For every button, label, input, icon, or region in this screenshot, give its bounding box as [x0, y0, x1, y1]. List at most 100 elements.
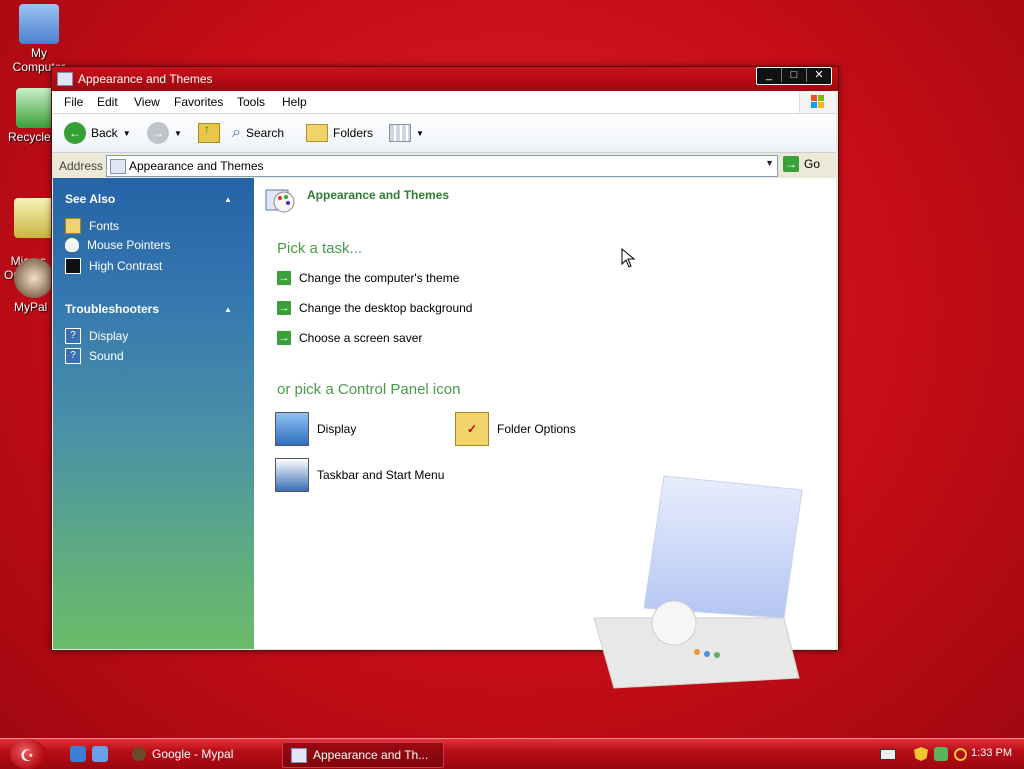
sidebar-item-sound[interactable]: ? Sound	[65, 348, 124, 364]
task-screen-saver[interactable]: → Choose a screen saver	[277, 331, 422, 345]
taskbar-button-label: Google - Mypal	[152, 747, 234, 761]
cp-icon-taskbar[interactable]: Taskbar and Start Menu	[275, 458, 444, 492]
sidebar-item-fonts[interactable]: Fonts	[65, 218, 119, 234]
windows-logo-icon	[799, 91, 836, 113]
menu-tools[interactable]: Tools	[237, 95, 265, 109]
help-icon: ?	[65, 348, 81, 364]
pick-task-heading: Pick a task...	[277, 240, 363, 257]
cp-icon-label: Taskbar and Start Menu	[317, 468, 445, 482]
up-folder-icon: ↑	[198, 122, 220, 143]
sidebar-item-label: High Contrast	[89, 259, 163, 273]
recycle-bin-icon	[16, 88, 56, 128]
cp-icon-display[interactable]: Display	[275, 412, 356, 446]
sidebar-item-label: Sound	[89, 349, 124, 363]
see-also-header[interactable]: See Also	[65, 192, 115, 206]
shield-icon[interactable]	[914, 747, 928, 761]
cp-icon-label: Folder Options	[497, 422, 576, 436]
sidebar-item-high-contrast[interactable]: High Contrast	[65, 258, 162, 274]
sidebar-item-label: Mouse Pointers	[87, 238, 171, 252]
collapse-icon[interactable]: ▲	[224, 195, 232, 204]
taskbar-icon	[275, 458, 309, 492]
up-folder-button[interactable]: ↑	[198, 122, 220, 144]
window-controls: _ □ ✕	[756, 67, 832, 85]
outlook-icon	[14, 198, 54, 238]
mypal-icon	[14, 258, 54, 298]
display-icon	[275, 412, 309, 446]
go-button[interactable]: → Go	[783, 156, 820, 172]
window-title: Appearance and Themes	[78, 72, 213, 86]
back-dropdown-icon: ▼	[122, 128, 131, 138]
keyboard-icon[interactable]	[880, 748, 896, 760]
go-arrow-icon: →	[783, 156, 799, 172]
ie-quicklaunch-icon[interactable]	[70, 746, 86, 762]
views-button[interactable]: ▼	[389, 122, 424, 144]
green-arrow-icon: →	[277, 331, 291, 345]
mouse-icon	[65, 238, 79, 252]
taskbar-button-appearance[interactable]: Appearance and Th...	[282, 742, 444, 768]
mouse-cursor-icon	[621, 248, 635, 268]
task-label: Change the computer's theme	[299, 271, 460, 285]
explorer-quicklaunch-icon[interactable]	[92, 746, 108, 762]
address-field[interactable]: Appearance and Themes ▼	[106, 155, 778, 177]
troubleshooters-header[interactable]: Troubleshooters	[65, 302, 159, 316]
network-icon[interactable]	[934, 747, 948, 761]
menu-favorites[interactable]: Favorites	[174, 95, 223, 109]
search-button[interactable]: ⌕ Search	[232, 122, 284, 144]
clock[interactable]: 1:33 PM	[971, 747, 1012, 759]
forward-arrow-icon: →	[147, 122, 169, 144]
folders-label: Folders	[333, 126, 374, 140]
address-dropdown-icon[interactable]: ▼	[765, 158, 774, 168]
close-button[interactable]: ✕	[806, 68, 831, 82]
desktop-icon-label: Recycle	[8, 130, 51, 144]
control-panel-watermark	[593, 475, 803, 689]
back-arrow-icon: ←	[64, 122, 86, 144]
explorer-window: Appearance and Themes _ □ ✕ File Edit Vi…	[51, 66, 839, 689]
forward-button[interactable]: → ▼	[147, 122, 182, 144]
menu-view[interactable]: View	[134, 95, 160, 109]
menu-edit[interactable]: Edit	[97, 95, 118, 109]
task-change-theme[interactable]: → Change the computer's theme	[277, 271, 459, 285]
start-logo-icon: ☪	[20, 748, 35, 765]
back-button[interactable]: ← Back ▼	[64, 122, 131, 144]
start-button[interactable]: ☪	[10, 739, 46, 769]
pick-icon-heading: or pick a Control Panel icon	[277, 381, 461, 398]
views-dropdown-icon: ▼	[416, 128, 424, 138]
fonts-folder-icon	[65, 218, 81, 234]
address-bar: Address Appearance and Themes ▼ → Go	[52, 153, 836, 180]
forward-dropdown-icon: ▼	[174, 128, 182, 138]
minimize-button[interactable]: _	[757, 68, 781, 82]
maximize-button[interactable]: □	[781, 68, 806, 82]
content-pane: Appearance and Themes Pick a task... → C…	[254, 178, 836, 689]
control-panel-icon	[291, 747, 307, 763]
task-change-background[interactable]: → Change the desktop background	[277, 301, 472, 315]
folders-button[interactable]: Folders	[306, 122, 373, 144]
taskbar-button-label: Appearance and Th...	[313, 748, 429, 762]
sidebar-item-mouse-pointers[interactable]: Mouse Pointers	[65, 238, 170, 252]
title-bar[interactable]: Appearance and Themes _ □ ✕	[52, 67, 838, 91]
toolbar: ← Back ▼ → ▼ ↑ ⌕ Search Folders ▼	[52, 114, 836, 153]
sidebar-item-label: Display	[89, 329, 129, 343]
folders-icon	[306, 124, 328, 142]
high-contrast-icon	[65, 258, 81, 274]
back-label: Back	[91, 126, 118, 140]
taskbar: ☪ Google - Mypal Appearance and Th... 1:…	[0, 738, 1024, 769]
menu-help[interactable]: Help	[282, 95, 307, 109]
page-title: Appearance and Themes	[307, 188, 450, 202]
my-computer-icon	[19, 4, 59, 44]
sidebar-item-display[interactable]: ? Display	[65, 328, 128, 344]
desktop-icon-my-computer[interactable]: My Computer	[4, 4, 74, 74]
search-tray-icon[interactable]	[954, 747, 967, 761]
taskbar-button-mypal[interactable]: Google - Mypal	[124, 742, 282, 766]
search-label: Search	[245, 126, 284, 140]
sidebar-item-label: Fonts	[89, 219, 120, 233]
help-icon: ?	[65, 328, 81, 344]
mypal-icon	[132, 747, 146, 761]
desktop-icon-mypal[interactable]: MyPal	[4, 258, 54, 314]
menu-bar: File Edit View Favorites Tools Help	[52, 91, 836, 114]
menu-file[interactable]: File	[64, 95, 83, 109]
cp-icon-folder-options[interactable]: ✓ Folder Options	[455, 412, 576, 446]
collapse-icon[interactable]: ▲	[224, 305, 232, 314]
folder-options-icon: ✓	[455, 412, 489, 446]
views-icon	[389, 124, 411, 142]
task-label: Change the desktop background	[299, 301, 473, 315]
